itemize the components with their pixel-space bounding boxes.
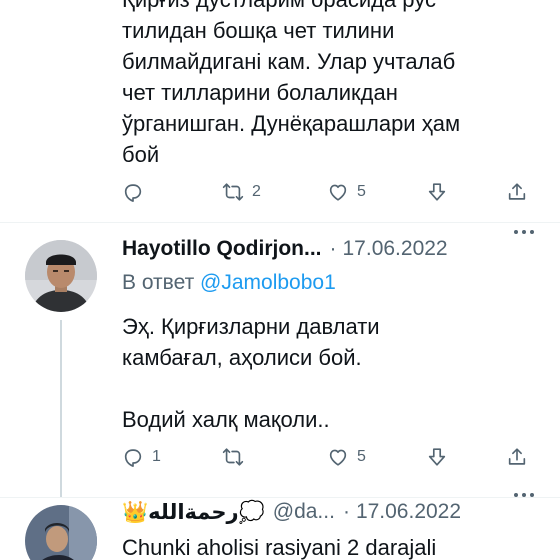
retweet-count: 2 (252, 183, 261, 200)
avatar[interactable] (25, 240, 97, 312)
downvote-icon (428, 448, 446, 466)
more-options-icon[interactable] (514, 493, 534, 497)
tweet-item[interactable]: Hayotillo Qodirjon... · 17.06.2022 В отв… (0, 222, 560, 497)
share-icon (508, 448, 526, 465)
tweet-header: 👑رحمةالله💭 @da... · 17.06.2022 (122, 497, 461, 527)
reply-icon (124, 449, 142, 467)
share-button[interactable] (506, 442, 528, 472)
retweet-button[interactable] (222, 442, 252, 472)
author-handle[interactable]: @da... (273, 500, 335, 524)
like-count: 5 (357, 183, 366, 200)
avatar-image (25, 505, 97, 560)
avatar[interactable] (25, 505, 97, 560)
tweet-actions: 1 5 (122, 442, 532, 472)
tweet-item[interactable]: 👑رحمةالله💭 @da... · 17.06.2022 Chunki ah… (0, 493, 560, 560)
tweet-header: Hayotillo Qodirjon... · 17.06.2022 (122, 234, 448, 264)
heart-icon (329, 449, 347, 466)
thread-line (60, 320, 62, 497)
downvote-icon (428, 183, 446, 201)
like-button[interactable]: 5 (327, 442, 366, 472)
heart-icon (329, 184, 347, 201)
author-name[interactable]: Hayotillo Qodirjon... (122, 237, 322, 261)
tweet-item[interactable]: Қирғиз дўстларим орасида рус тилидан бош… (0, 0, 560, 224)
author-name[interactable]: 👑رحمةالله💭 (122, 500, 265, 525)
like-button[interactable]: 5 (327, 177, 366, 207)
reply-count: 1 (152, 448, 161, 465)
retweet-icon (222, 183, 244, 201)
tweet-actions: 2 5 (122, 177, 532, 207)
tweet-text: Chunki aholisi rasiyani 2 darajali (122, 535, 437, 560)
retweet-icon (222, 448, 244, 466)
reply-mention-link[interactable]: @Jamolbobo1 (200, 271, 336, 294)
reply-icon (124, 184, 142, 202)
downvote-button[interactable] (426, 177, 448, 207)
share-button[interactable] (506, 177, 528, 207)
reply-to-line: В ответ @Jamolbobo1 (122, 271, 336, 295)
tweet-text: Қирғиз дўстларим орасида рус тилидан бош… (122, 0, 461, 167)
reply-button[interactable] (122, 177, 152, 207)
separator-dot: · (329, 237, 337, 260)
avatar-image (25, 240, 97, 312)
separator-dot: · (342, 500, 350, 523)
tweet-text: Эҳ. Қирғизларни давлати камбағал, аҳолис… (122, 314, 380, 432)
like-count: 5 (357, 448, 366, 465)
reply-button[interactable]: 1 (122, 442, 161, 472)
tweet-date[interactable]: 17.06.2022 (356, 500, 461, 524)
tweet-date[interactable]: 17.06.2022 (343, 237, 448, 261)
reply-prefix: В ответ (122, 271, 195, 294)
more-options-icon[interactable] (514, 230, 534, 234)
share-icon (508, 183, 526, 200)
retweet-button[interactable]: 2 (222, 177, 261, 207)
downvote-button[interactable] (426, 442, 448, 472)
